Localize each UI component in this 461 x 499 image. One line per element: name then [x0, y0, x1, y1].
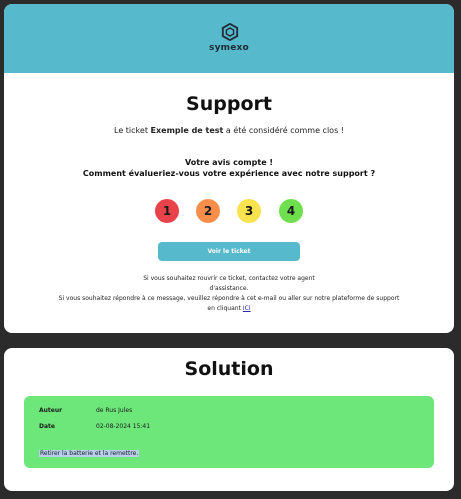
- reopen-instructions: Si vous souhaitez rouvrir ce ticket, con…: [4, 274, 454, 314]
- symexo-logo-icon: [221, 23, 239, 41]
- rating-1-button[interactable]: 1: [155, 199, 179, 223]
- support-title: Support: [186, 93, 272, 115]
- rating-3-button[interactable]: 3: [237, 199, 261, 223]
- reopen-line-2: d'assistance.: [209, 285, 249, 292]
- feedback-prompt: Votre avis compte ! Comment évalueriez-v…: [4, 157, 454, 179]
- support-card: symexo Support Le ticket Exemple de test…: [4, 4, 454, 333]
- reopen-line-3: Si vous souhaitez répondre à ce message,…: [58, 295, 400, 302]
- rating-2-button[interactable]: 2: [196, 199, 220, 223]
- date-value: 02-08-2024 15:41: [96, 423, 151, 430]
- ticket-closed-message: Le ticket Exemple de test a été considér…: [4, 126, 454, 135]
- closed-suffix: a été considéré comme clos !: [225, 126, 344, 135]
- author-value: de Rus Jules: [96, 407, 133, 414]
- reopen-line-1: Si vous souhaitez rouvrir ce ticket, con…: [143, 275, 315, 282]
- reopen-line-4: en cliquant ICI: [4, 304, 454, 314]
- view-ticket-button[interactable]: Voir le ticket: [158, 242, 300, 261]
- date-label: Date: [39, 423, 55, 430]
- ticket-name: Exemple de test: [150, 126, 224, 135]
- rating-options: 1 2 3 4: [4, 199, 454, 223]
- solution-text: Retirer la batterie et la remettre.: [39, 450, 140, 457]
- header-banner: symexo: [4, 4, 454, 73]
- author-label: Auteur: [39, 407, 63, 414]
- solution-card: Solution Auteur de Rus Jules Date 02-08-…: [4, 348, 454, 491]
- rating-4-button[interactable]: 4: [279, 199, 303, 223]
- reopen-line-4-prefix: en cliquant: [207, 305, 241, 312]
- support-platform-link[interactable]: ICI: [243, 305, 251, 312]
- feedback-line-2: Comment évalueriez-vous votre expérience…: [82, 169, 376, 178]
- closed-prefix: Le ticket: [114, 126, 148, 135]
- feedback-line-1: Votre avis compte !: [184, 158, 274, 167]
- solution-details: Auteur de Rus Jules Date 02-08-2024 15:4…: [24, 396, 434, 468]
- solution-title: Solution: [184, 358, 274, 380]
- brand-name: symexo: [209, 43, 249, 53]
